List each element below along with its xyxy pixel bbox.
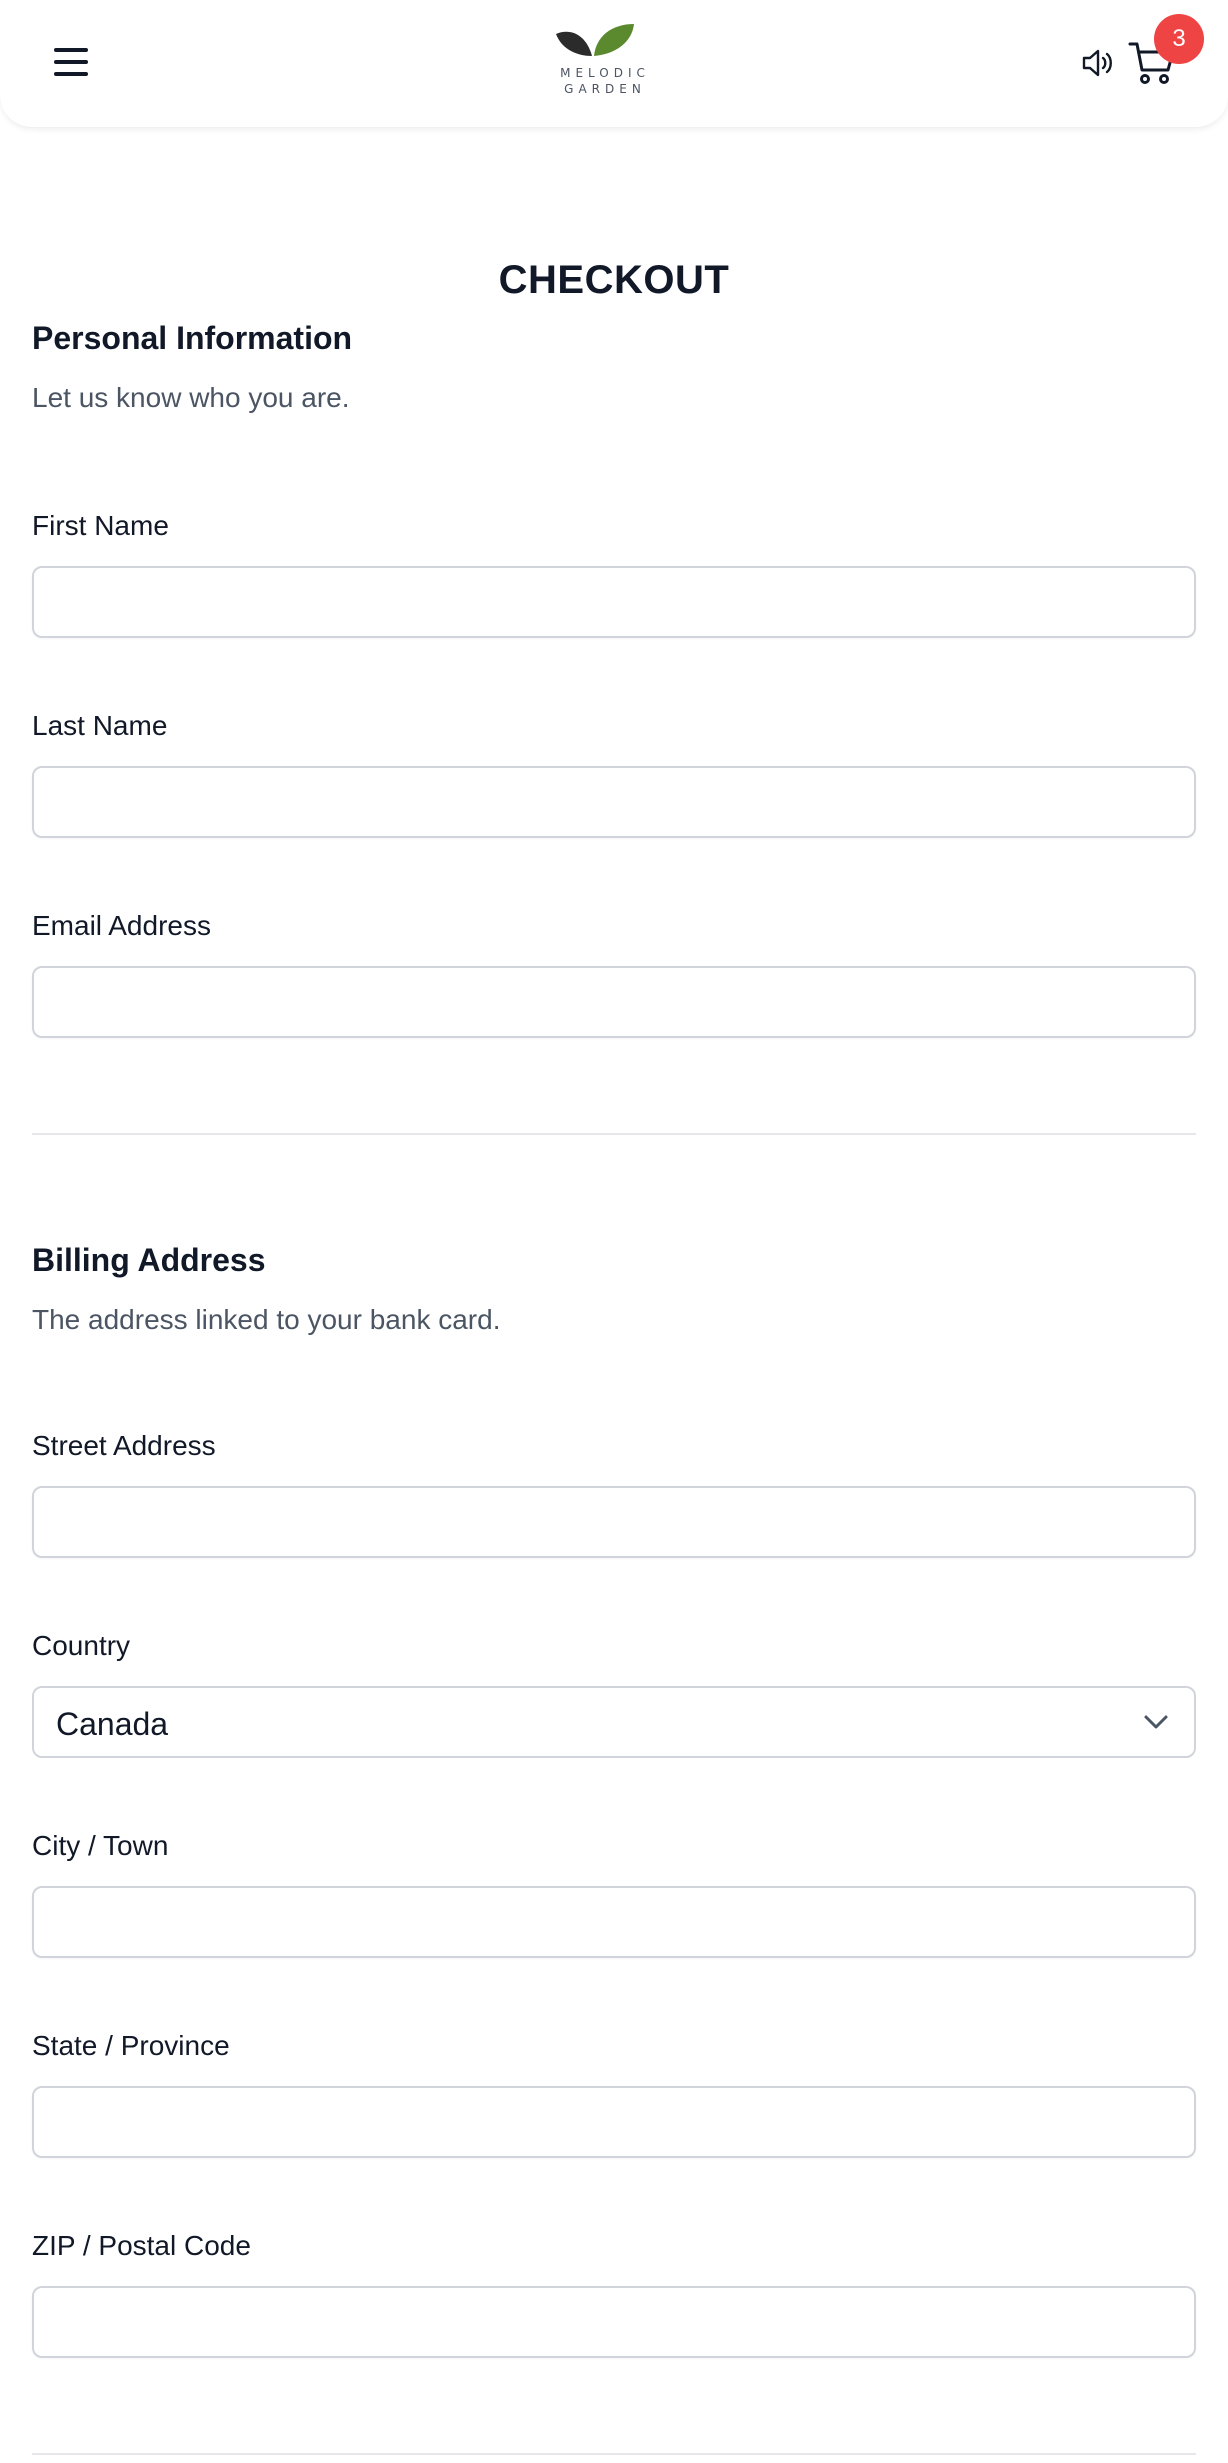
email-label: Email Address bbox=[32, 910, 211, 941]
chevron-down-icon bbox=[1144, 1715, 1168, 1729]
email-input[interactable] bbox=[32, 966, 1196, 1038]
country-select-value: Canada bbox=[56, 1706, 169, 1742]
street-address-input[interactable] bbox=[32, 1486, 1196, 1558]
state-label: State / Province bbox=[32, 2030, 230, 2061]
section-divider bbox=[32, 1133, 1196, 1135]
section-divider-bottom bbox=[32, 2453, 1196, 2455]
billing-address-description: The address linked to your bank card. bbox=[32, 1304, 501, 1335]
country-label: Country bbox=[32, 1630, 131, 1661]
first-name-label: First Name bbox=[32, 510, 169, 541]
country-select[interactable]: Canada bbox=[32, 1686, 1196, 1758]
logo-text-line2: GARDEN bbox=[564, 82, 646, 96]
first-name-input[interactable] bbox=[32, 566, 1196, 638]
page-title: CHECKOUT bbox=[498, 258, 730, 302]
speaker-icon[interactable] bbox=[1080, 46, 1116, 80]
logo-text-line1: MELODIC bbox=[560, 66, 650, 80]
last-name-input[interactable] bbox=[32, 766, 1196, 838]
state-input[interactable] bbox=[32, 2086, 1196, 2158]
site-header: MELODIC GARDEN 3 bbox=[0, 0, 1228, 128]
city-input[interactable] bbox=[32, 1886, 1196, 1958]
leaf-logo-icon bbox=[556, 24, 634, 56]
cart-count-badge: 3 bbox=[1154, 14, 1204, 64]
logo[interactable]: MELODIC GARDEN bbox=[552, 22, 658, 100]
personal-info-title: Personal Information bbox=[32, 320, 353, 356]
city-label: City / Town bbox=[32, 1830, 169, 1861]
zip-label: ZIP / Postal Code bbox=[32, 2230, 251, 2261]
street-address-label: Street Address bbox=[32, 1430, 216, 1461]
billing-address-title: Billing Address bbox=[32, 1242, 266, 1278]
hamburger-menu-icon[interactable] bbox=[52, 44, 92, 80]
zip-input[interactable] bbox=[32, 2286, 1196, 2358]
last-name-label: Last Name bbox=[32, 710, 168, 741]
personal-info-description: Let us know who you are. bbox=[32, 382, 350, 413]
